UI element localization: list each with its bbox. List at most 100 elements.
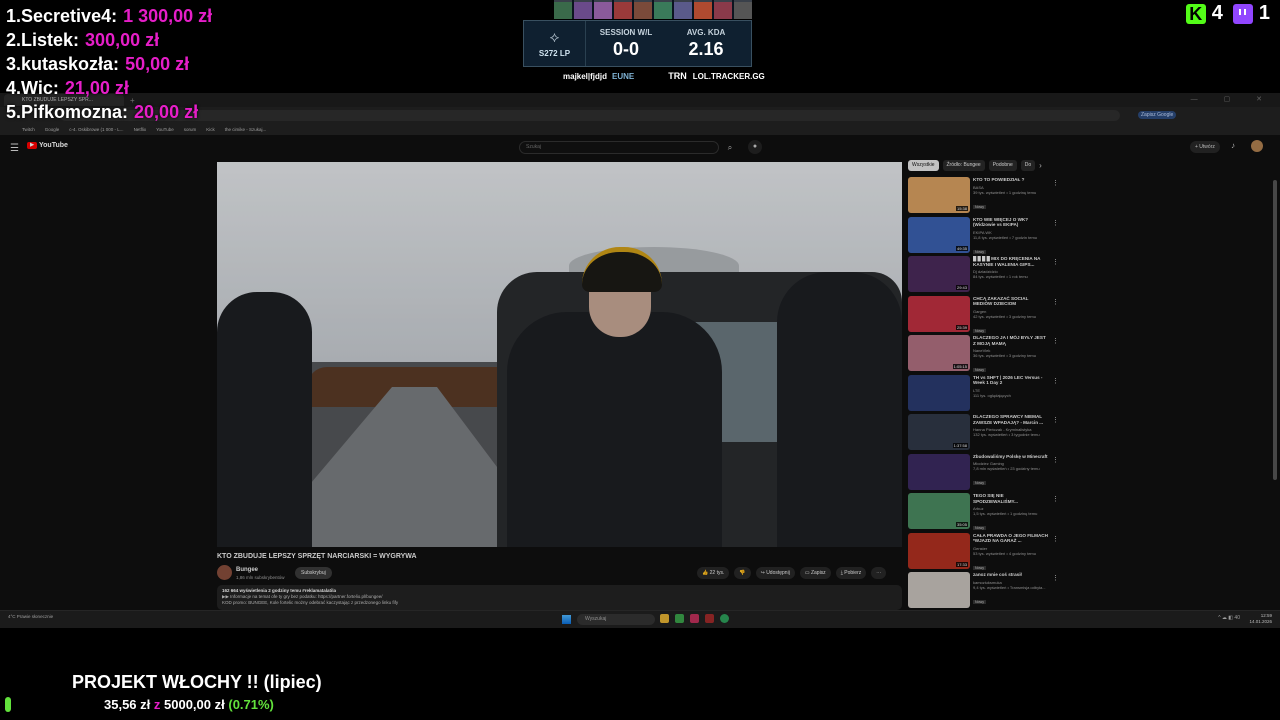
recommendation-item[interactable]: 49:35 KTO WIE WIĘCEJ O WK? (Widzowie vs E…	[908, 216, 1058, 258]
recommendation-title[interactable]: █ █ █ █ MIX DO KRĘCENIA NA KASYNIE I WAL…	[973, 256, 1048, 267]
leaderboard-row: 3. kutaskozła: 50,00 zł	[6, 54, 266, 78]
bookmark-item[interactable]: c-4. Oskibrowe (1 000 - L...	[69, 127, 123, 132]
recommendation-title[interactable]: CAŁA PRAWDA O JEGO FILMACH *WJAZD NA GAR…	[973, 533, 1048, 544]
more-options-icon[interactable]: ⋮	[1052, 219, 1058, 227]
more-options-icon[interactable]: ⋮	[1052, 495, 1058, 503]
kda-value: 2.16	[688, 38, 724, 59]
chip-more[interactable]: Do	[1020, 160, 1036, 171]
recommendation-thumbnail[interactable]: 17:33	[908, 532, 970, 569]
file-explorer-icon[interactable]	[660, 614, 669, 623]
app-icon[interactable]	[690, 614, 699, 623]
chip-similar[interactable]: Podobne	[988, 160, 1017, 171]
recommendation-thumbnail[interactable]	[908, 453, 970, 490]
create-button[interactable]: + Utwórz	[1190, 141, 1220, 153]
recommendation-title[interactable]: KTO WIE WIĘCEJ O WK? (Widzowie vs EKIPA)	[973, 217, 1048, 228]
like-button[interactable]: 👍 22 tys.	[697, 567, 730, 579]
more-options-icon[interactable]: ⋮	[1052, 456, 1058, 464]
recommendation-thumbnail[interactable]: 1:05:15	[908, 335, 970, 371]
recommendation-thumbnail[interactable]: 29:43	[908, 256, 970, 292]
youtube-logo[interactable]: ▶ YouTube	[27, 142, 68, 149]
recommendation-item[interactable]: Zbudowaliśmy Polskę w Minecraft Młodziez …	[908, 453, 1058, 494]
recommendation-title[interactable]: DLACZEGO JA I MÓJ BYŁY JEST Z MOJĄ MAMĄ	[973, 335, 1048, 346]
more-options-icon[interactable]: ⋮	[1052, 377, 1058, 385]
google-sync-button[interactable]: Zapisz Google	[1138, 111, 1177, 119]
recommendation-title[interactable]: Zbudowaliśmy Polskę w Minecraft	[973, 454, 1048, 460]
recommendation-title[interactable]: KTO TO POWIEDZIAŁ ?	[973, 177, 1048, 183]
taskbar-clock[interactable]: 12:59 14.01.2026	[1249, 613, 1272, 625]
bookmark-item[interactable]: Netflix	[134, 127, 147, 132]
download-label: Pobierz	[844, 570, 862, 576]
more-options-icon[interactable]: ⋮	[1052, 179, 1058, 187]
microphone-icon[interactable]: ●	[748, 140, 762, 154]
recommendation-item[interactable]: 25:39 CHCĄ ZAKAZAĆ SOCIAL MEDIÓW DZIECIOM…	[908, 295, 1058, 336]
rank-number: 5.	[6, 102, 22, 122]
recommendation-thumbnail[interactable]: 15:38	[908, 177, 970, 213]
chevron-right-icon[interactable]: ›	[1039, 161, 1042, 170]
new-badge: Nowy	[973, 328, 986, 333]
hamburger-menu-icon[interactable]: ☰	[10, 143, 19, 154]
more-options-icon[interactable]: ⋮	[1052, 574, 1058, 582]
more-options-icon[interactable]: ⋮	[1052, 337, 1058, 345]
recommendation-item[interactable]: 1:37:58 DLACZEGO SPRAWCY NIEMAL ZAWSZE WP…	[908, 414, 1058, 454]
more-options-icon[interactable]: ⋮	[1052, 416, 1058, 424]
more-options-icon[interactable]: ⋮	[1052, 535, 1058, 543]
search-input[interactable]: Szukaj	[519, 141, 719, 154]
recommendation-title[interactable]: zanoz mnie coś strasił	[973, 572, 1048, 578]
recommendation-item[interactable]: 1:05:15 DLACZEGO JA I MÓJ BYŁY JEST Z MOJ…	[908, 335, 1058, 375]
recommendation-item[interactable]: 29:43 █ █ █ █ MIX DO KRĘCENIA NA KASYNIE …	[908, 256, 1058, 296]
recommendation-thumbnail[interactable]: 49:35	[908, 216, 970, 253]
recommendation-item[interactable]: 35:05 TEGO SIĘ NIE SPODZIEWALIŚMY... Arbu…	[908, 493, 1058, 533]
recommendation-title[interactable]: DLACZEGO SPRAWCY NIEMAL ZAWSZE WPADAJĄ? …	[973, 414, 1048, 425]
video-duration: 15:38	[955, 206, 968, 211]
page-scrollbar[interactable]	[1273, 180, 1277, 480]
recommendation-thumbnail[interactable]	[908, 374, 970, 411]
download-button[interactable]: ⤓ Pobierz	[835, 567, 867, 579]
window-controls[interactable]: — ▢ ✕	[1191, 95, 1274, 103]
recommendation-item[interactable]: TH vs SHFT | 2026 LEC Versus - Week 1 Da…	[908, 374, 1058, 415]
bookmark-item[interactable]: Google	[45, 127, 60, 132]
bookmark-item[interactable]: Kick	[206, 127, 215, 132]
more-options-icon[interactable]: ⋮	[1052, 298, 1058, 306]
chip-source-channel[interactable]: Źródło: Bungee	[942, 160, 985, 171]
champion-icon	[554, 0, 572, 19]
recommendation-item[interactable]: zanoz mnie coś strasił kamoziuksmuka 9,4 t…	[908, 572, 1058, 610]
recommendation-title[interactable]: CHCĄ ZAKAZAĆ SOCIAL MEDIÓW DZIECIOM	[973, 296, 1048, 307]
taskbar-search[interactable]: Wyszukaj	[577, 614, 655, 625]
app-icon[interactable]	[705, 614, 714, 623]
share-button[interactable]: ↪ Udostępnij	[755, 567, 795, 579]
app-icon[interactable]	[675, 614, 684, 623]
bookmark-item[interactable]: YouTube	[156, 127, 174, 132]
search-icon[interactable]: ⌕	[723, 141, 737, 154]
subscribe-button[interactable]: Subskrybuj	[295, 567, 332, 579]
account-avatar[interactable]	[1251, 140, 1263, 152]
bookmark-item[interactable]: Twitch	[22, 127, 35, 132]
bookmark-item[interactable]: sorum	[184, 127, 197, 132]
champion-icon	[734, 0, 752, 19]
recommendation-thumbnail[interactable]	[908, 572, 970, 608]
recommendation-title[interactable]: TH vs SHFT | 2026 LEC Versus - Week 1 Da…	[973, 375, 1048, 386]
recommendation-text: KTO WIE WIĘCEJ O WK? (Widzowie vs EKIPA)…	[973, 217, 1048, 258]
video-description[interactable]: 162 664 wyświetlenia 2 godziny temu #rek…	[217, 585, 902, 610]
more-actions-button[interactable]: ⋯	[871, 567, 887, 579]
recommendation-item[interactable]: 15:38 KTO TO POWIEDZIAŁ ? BASA 39 tys. wyśw…	[908, 177, 1058, 217]
recommendation-item[interactable]: 17:33 CAŁA PRAWDA O JEGO FILMACH *WJAZD N…	[908, 532, 1058, 573]
weather-widget[interactable]: 4°C Prawie słonecznie	[8, 614, 53, 619]
channel-name[interactable]: Bungee	[236, 567, 258, 573]
save-button[interactable]: ▭ Zapisz	[799, 567, 831, 579]
chip-all[interactable]: Wszystkie	[908, 160, 939, 171]
champion-icon	[654, 0, 672, 19]
video-player[interactable]	[217, 162, 902, 547]
chrome-icon[interactable]	[720, 614, 729, 623]
dislike-button[interactable]: 👎	[734, 567, 751, 579]
recommendation-thumbnail[interactable]: 1:37:58	[908, 414, 970, 450]
channel-avatar[interactable]	[217, 565, 232, 580]
bookmark-item[interactable]: the cimike - Szukaj...	[225, 127, 267, 132]
recommendation-title[interactable]: TEGO SIĘ NIE SPODZIEWALIŚMY...	[973, 493, 1048, 504]
notifications-bell-icon[interactable]: ♪	[1231, 141, 1235, 150]
windows-start-icon[interactable]	[562, 615, 571, 624]
more-options-icon[interactable]: ⋮	[1052, 258, 1058, 266]
recommendation-thumbnail[interactable]: 25:39	[908, 295, 970, 332]
recommendation-thumbnail[interactable]: 35:05	[908, 493, 970, 529]
goal-progress-text: 35,56 zł z 5000,00 zł (0.71%)	[104, 697, 274, 712]
system-tray[interactable]: ^ ☁ ◧ 40	[1218, 615, 1240, 621]
